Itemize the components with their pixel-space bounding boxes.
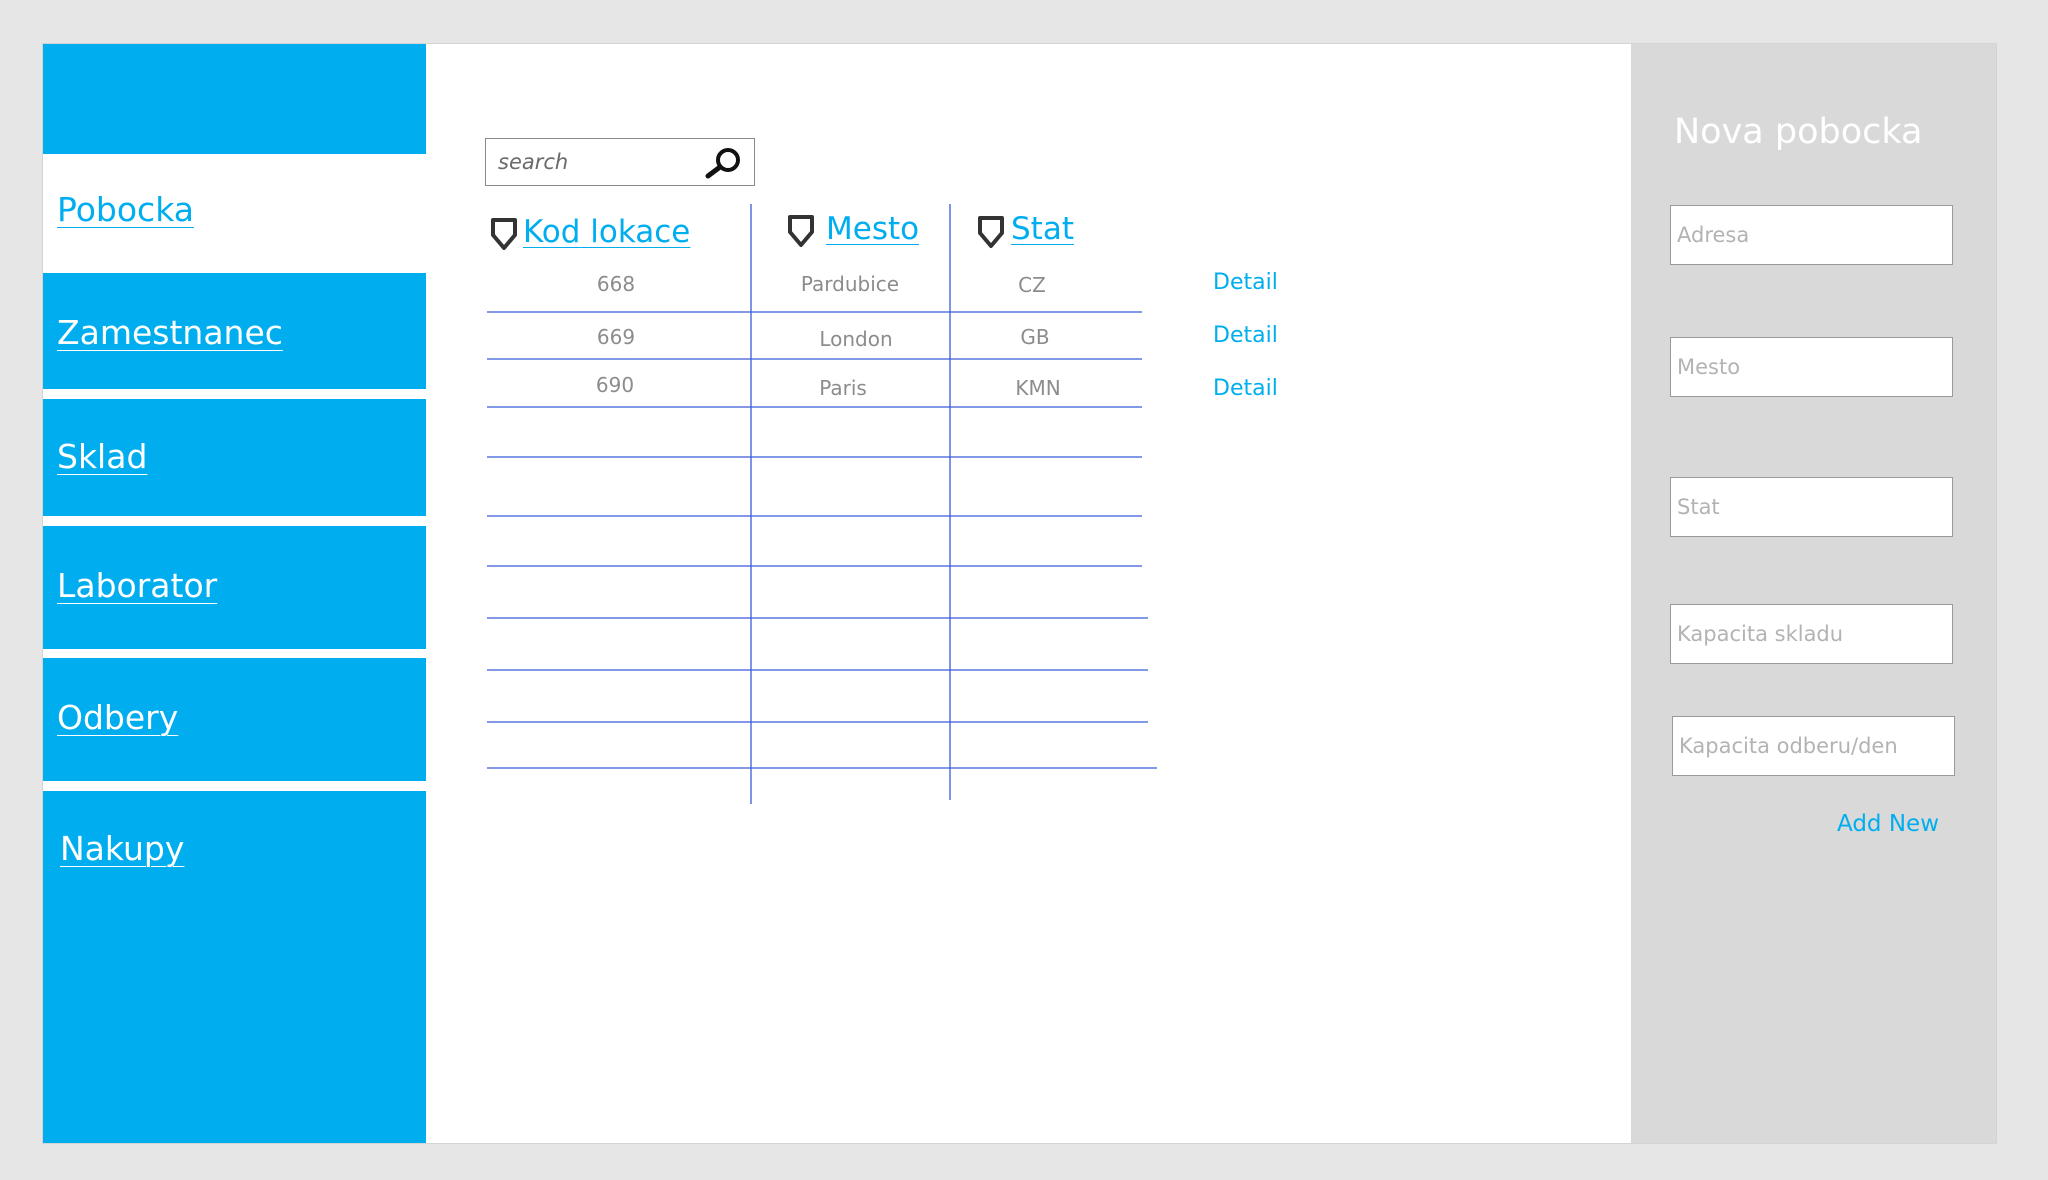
add-new-button[interactable]: Add New: [1837, 811, 1939, 837]
new-branch-panel: Nova pobocka Add New: [1631, 44, 1996, 1143]
stat-field[interactable]: [1677, 492, 1942, 522]
sidebar-item-label: Sklad: [57, 437, 148, 476]
sidebar-item-label: Zamestnanec: [57, 313, 283, 352]
adresa-field-box: [1670, 205, 1953, 265]
sidebar: Pobocka Zamestnanec Sklad Laborator Odbe…: [43, 44, 426, 1143]
panel-title: Nova pobocka: [1674, 112, 1923, 152]
sidebar-item-label: Laborator: [57, 566, 218, 605]
sidebar-item-label: Pobocka: [57, 190, 194, 229]
sidebar-item-nakupy[interactable]: Nakupy: [43, 791, 426, 1143]
kapacita-skladu-field-box: [1670, 604, 1953, 664]
sort-shield-icon[interactable]: [787, 214, 815, 248]
sidebar-item-pobocka[interactable]: Pobocka: [43, 154, 426, 271]
table-cell-mesto: Pardubice: [800, 272, 900, 296]
sidebar-item-zamestnanec[interactable]: Zamestnanec: [43, 273, 426, 389]
sidebar-item-sklad[interactable]: Sklad: [43, 399, 426, 516]
detail-link[interactable]: Detail: [1213, 323, 1278, 348]
table-cell-mesto: Paris: [819, 376, 867, 400]
main-content: Kod lokace Mesto Stat 668 Pardubice CZ D…: [426, 44, 1631, 1143]
table-cell-kod: 690: [595, 373, 635, 397]
table-cell-stat: GB: [1020, 325, 1050, 349]
sort-shield-icon[interactable]: [977, 215, 1005, 249]
sidebar-item-odbery[interactable]: Odbery: [43, 658, 426, 781]
sort-shield-icon[interactable]: [490, 217, 518, 251]
search-input[interactable]: [498, 147, 698, 177]
table-cell-stat: CZ: [1018, 273, 1046, 297]
table-cell-stat: KMN: [1015, 376, 1061, 400]
mesto-field[interactable]: [1677, 352, 1942, 382]
sidebar-item-label: Odbery: [57, 698, 179, 737]
column-header-mesto[interactable]: Mesto: [826, 211, 919, 247]
sidebar-item-laborator[interactable]: Laborator: [43, 526, 426, 649]
column-header-stat[interactable]: Stat: [1011, 211, 1074, 247]
kapacita-odberu-field[interactable]: [1679, 731, 1944, 761]
table-cell-kod: 668: [596, 272, 636, 296]
table-cell-kod: 669: [596, 325, 636, 349]
table-cell-mesto: London: [819, 327, 893, 351]
app-window: Pobocka Zamestnanec Sklad Laborator Odbe…: [42, 43, 1997, 1144]
sidebar-header: [43, 44, 426, 154]
detail-link[interactable]: Detail: [1213, 376, 1278, 401]
column-header-kod-lokace[interactable]: Kod lokace: [523, 214, 690, 250]
kapacita-skladu-field[interactable]: [1677, 619, 1942, 649]
kapacita-odberu-field-box: [1672, 716, 1955, 776]
sidebar-item-label: Nakupy: [60, 829, 185, 868]
table-grid: [487, 204, 1157, 804]
detail-link[interactable]: Detail: [1213, 270, 1278, 295]
adresa-field[interactable]: [1677, 220, 1942, 250]
search-icon[interactable]: [704, 146, 744, 180]
mesto-field-box: [1670, 337, 1953, 397]
stat-field-box: [1670, 477, 1953, 537]
search-box: [485, 138, 755, 186]
